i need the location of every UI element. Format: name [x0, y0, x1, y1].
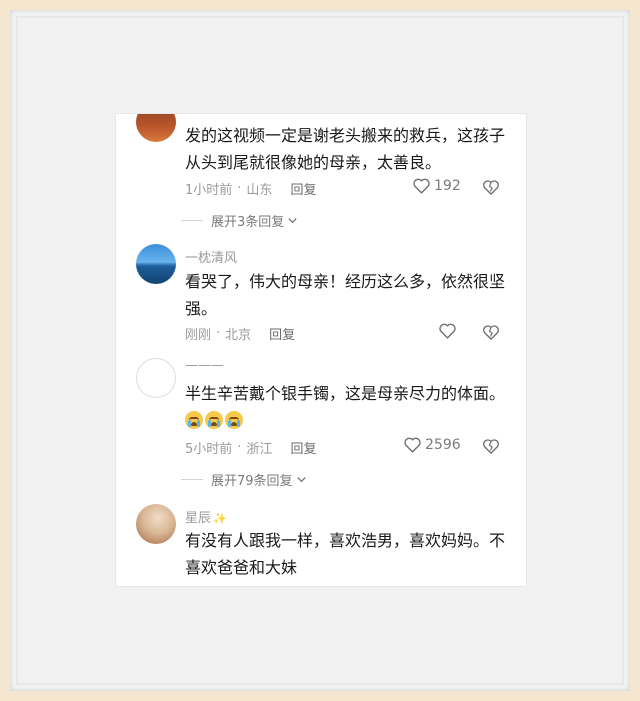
comment-time: 刚刚 — [185, 328, 212, 343]
broken-heart-icon[interactable] — [482, 437, 500, 455]
comment-location: 浙江 — [246, 442, 273, 457]
avatar[interactable] — [136, 358, 176, 398]
comment-list: 发的这视频一定是谢老头搬来的救兵，这孩子从头到尾就很像她的母亲，太善良。 1小时… — [116, 114, 526, 586]
comment-text: 看哭了，伟大的母亲！经历这么多，依然很坚强。 — [185, 272, 506, 318]
meta-separator: · — [237, 440, 242, 455]
comment-time: 1小时前 — [185, 183, 233, 198]
reply-button[interactable]: 回复 — [290, 179, 316, 198]
comment-meta: 刚刚 · 北京 回复 — [185, 324, 295, 343]
like-button[interactable]: 192 — [412, 177, 461, 194]
like-count: 192 — [434, 177, 461, 194]
like-count: 2596 — [425, 436, 461, 453]
divider-line — [181, 479, 203, 480]
crying-emoji-icon — [205, 411, 223, 429]
comment-text: 有没有人跟我一样，喜欢浩男，喜欢妈妈。不喜欢爸爸和大妹 — [185, 531, 506, 577]
expand-replies-button[interactable]: 展开79条回复 — [181, 470, 307, 489]
avatar[interactable] — [136, 504, 176, 544]
chevron-down-icon — [296, 477, 306, 483]
like-button[interactable] — [438, 322, 457, 339]
heart-outline-icon — [439, 323, 456, 339]
reply-button[interactable]: 回复 — [290, 438, 316, 457]
comment-text: 发的这视频一定是谢老头搬来的救兵，这孩子从头到尾就很像她的母亲，太善良。 — [185, 126, 506, 172]
expand-label: 展开79条回复 — [211, 474, 293, 489]
comment-location: 山东 — [246, 183, 273, 198]
comment-text-body: 半生辛苦戴个银手镯，这是母亲尽力的体面。 — [185, 384, 506, 403]
chevron-down-icon — [288, 218, 297, 224]
expand-label: 展开3条回复 — [211, 215, 285, 230]
crying-emoji-icon — [225, 411, 243, 429]
heart-outline-icon — [413, 178, 430, 194]
comment-meta: 5小时前 · 浙江 回复 — [185, 438, 316, 457]
username[interactable]: 星辰 ✨ — [185, 507, 227, 526]
comment-meta: 1小时前 · 山东 回复 — [185, 179, 316, 198]
comment-location: 北京 — [225, 328, 252, 343]
avatar[interactable] — [136, 114, 176, 142]
avatar[interactable] — [136, 244, 176, 284]
broken-heart-icon[interactable] — [482, 323, 500, 341]
comment-time: 5小时前 — [185, 442, 233, 457]
comment-text: 半生辛苦戴个银手镯，这是母亲尽力的体面。 — [185, 380, 510, 434]
expand-replies-button[interactable]: 展开3条回复 — [181, 211, 298, 230]
heart-outline-icon — [404, 437, 421, 453]
crying-emoji-icon — [185, 411, 203, 429]
meta-separator: · — [237, 181, 242, 196]
username[interactable]: 一枕清风 — [185, 247, 237, 266]
username[interactable]: ——— — [185, 358, 224, 373]
meta-separator: · — [216, 326, 221, 341]
divider-line — [181, 220, 203, 221]
sparkle-icon: ✨ — [213, 512, 227, 525]
reply-button[interactable]: 回复 — [269, 324, 295, 343]
broken-heart-icon[interactable] — [482, 178, 500, 196]
emoji-group — [185, 411, 245, 430]
like-button[interactable]: 2596 — [403, 436, 461, 453]
username-text: 星辰 — [185, 511, 212, 526]
